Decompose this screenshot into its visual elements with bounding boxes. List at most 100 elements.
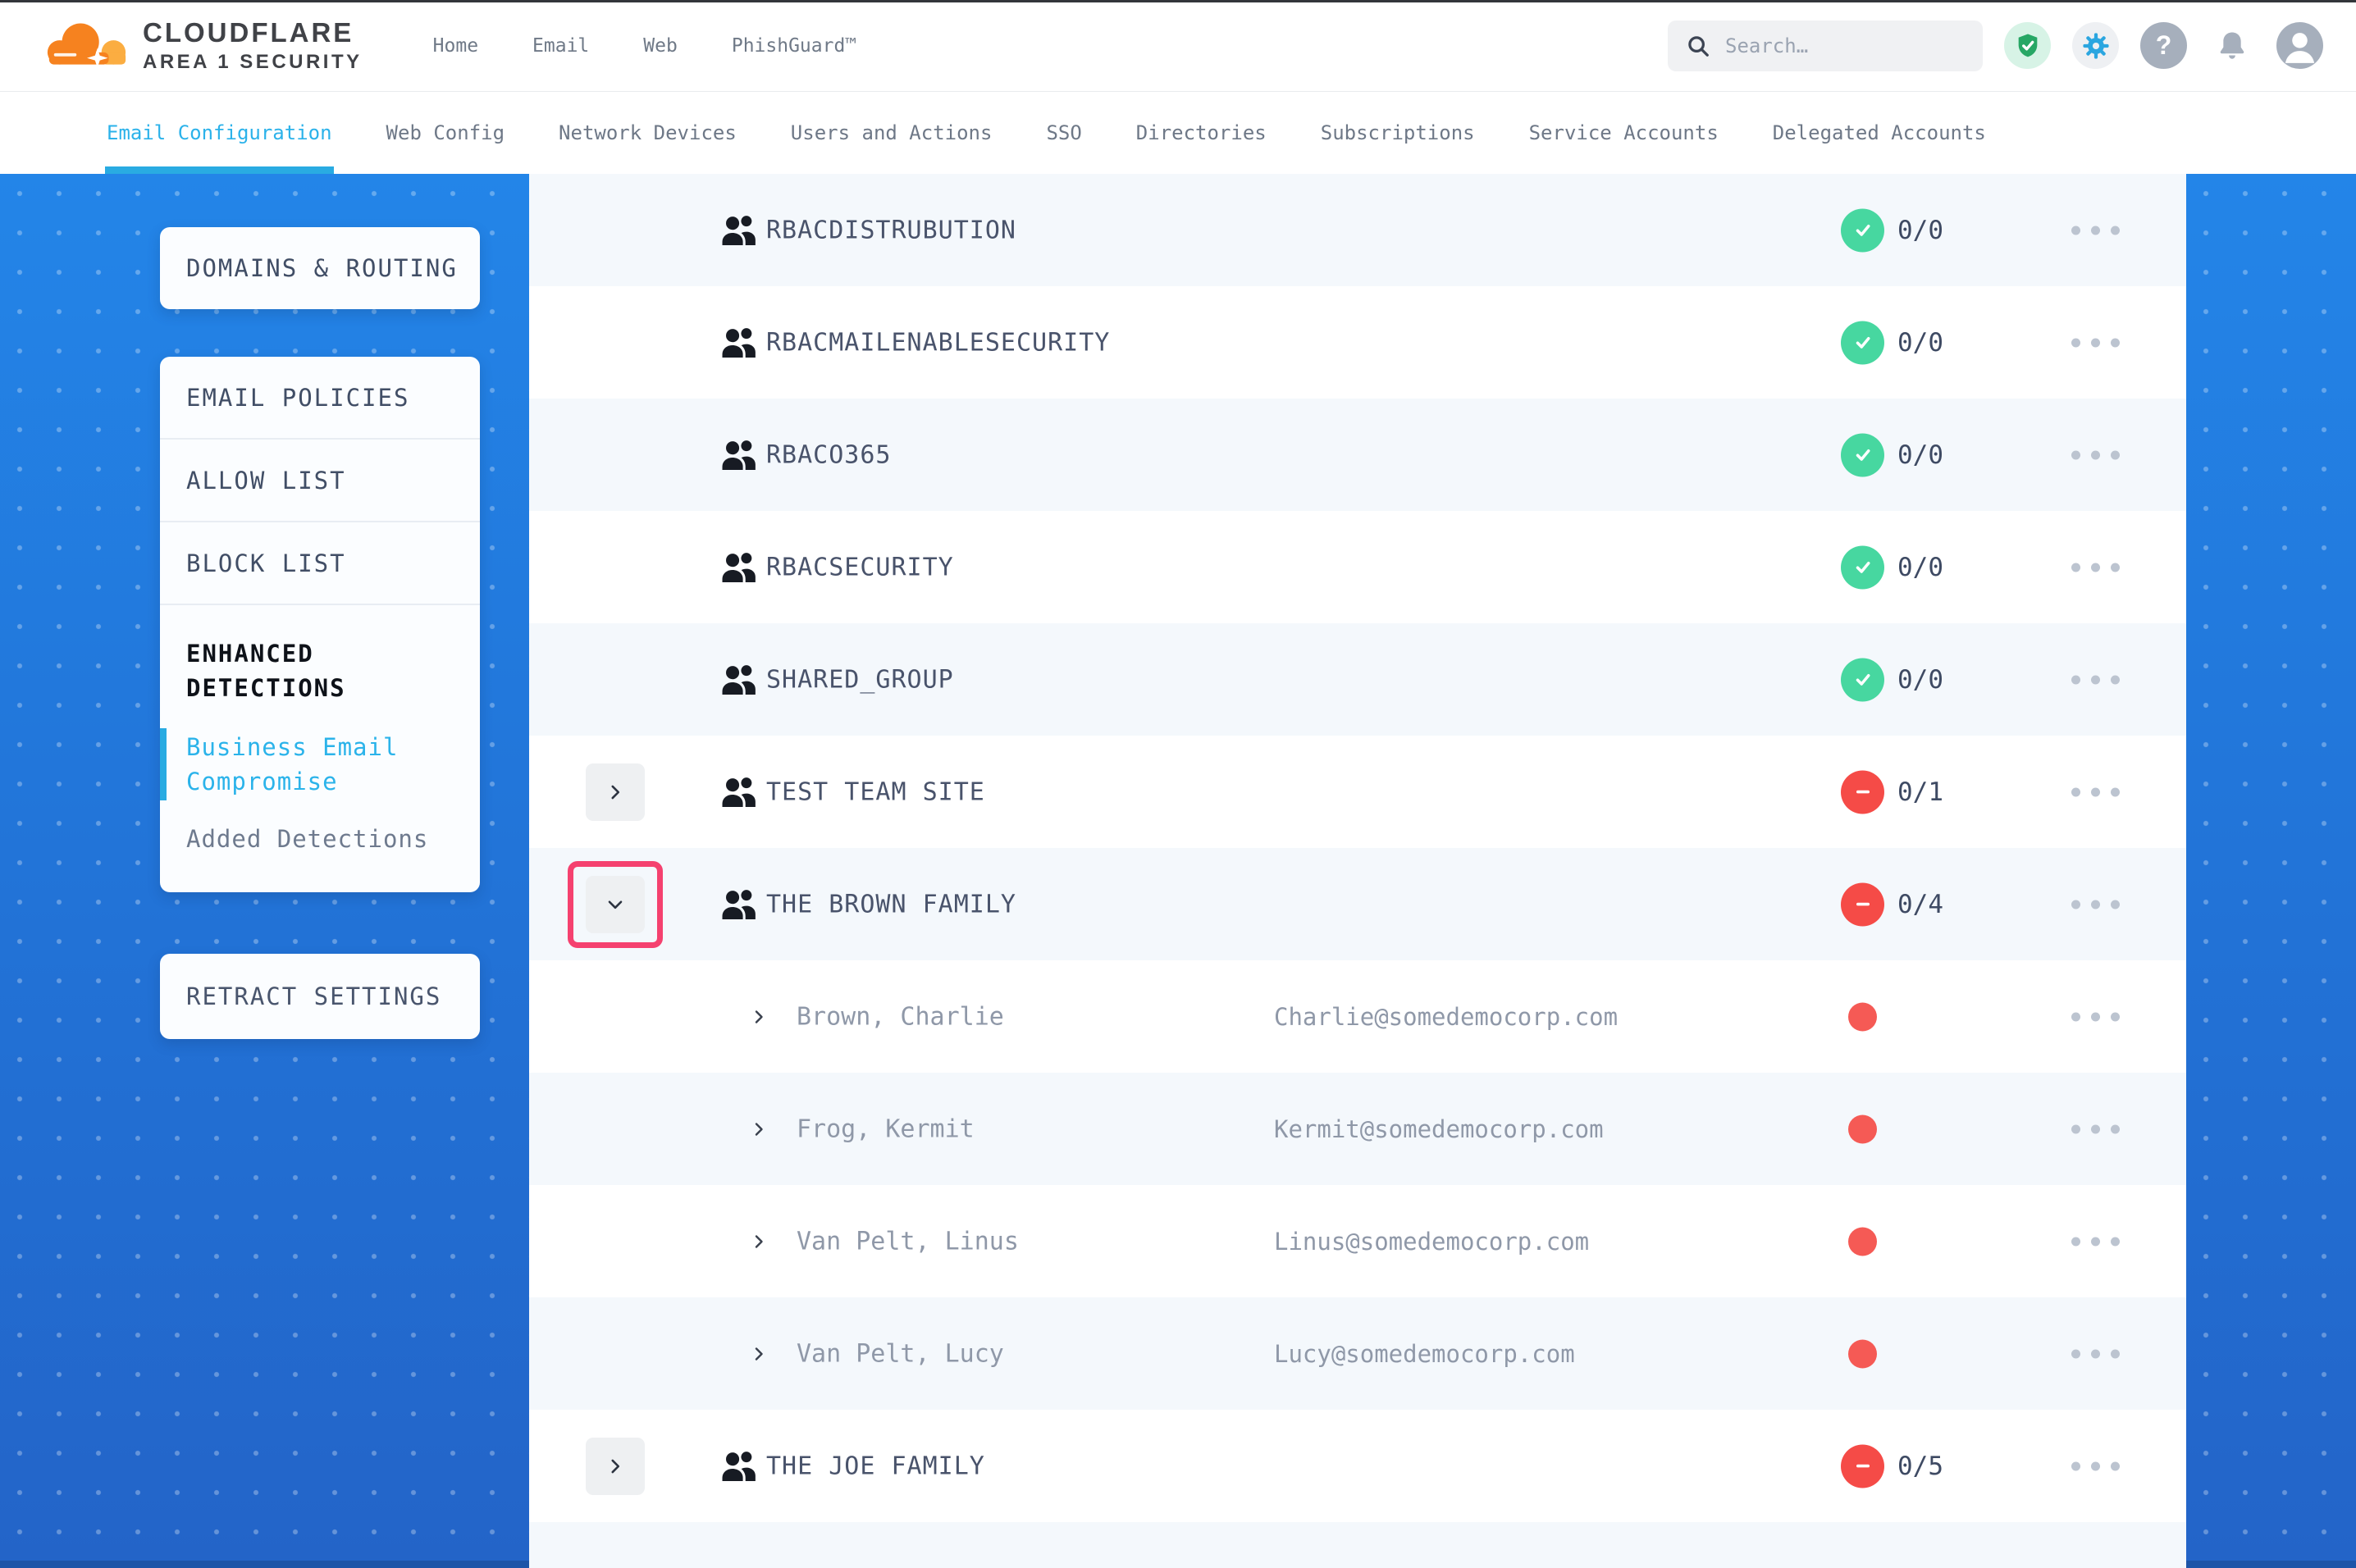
search-box[interactable] [1668,21,1983,71]
main-area: DOMAINS & ROUTING EMAIL POLICIES ALLOW L… [0,174,2356,1568]
table-row-group: RBACDISTRUBUTION 0/0 [529,174,2186,286]
status-badge-pass [1841,208,1884,252]
member-expand-chevron[interactable] [749,1119,769,1139]
row-actions-menu[interactable] [2068,553,2123,581]
header-actions: ? [1668,21,2323,71]
retract-settings-label: RETRACT SETTINGS [186,982,441,1010]
sidebar-item-block-list[interactable]: BLOCK LIST [160,522,480,605]
row-actions-menu[interactable] [2068,1114,2123,1143]
group-name: RBACMAILENABLESECURITY [766,328,1110,357]
tab-web-config[interactable]: Web Config [386,92,505,174]
expand-row-button[interactable] [586,1438,645,1495]
tab-users-and-actions[interactable]: Users and Actions [791,92,993,174]
row-actions-menu[interactable] [2068,216,2123,244]
sidebar-item-business-email-compromise[interactable]: Business Email Compromise [186,730,455,799]
table-row-member: Van Pelt, Linus Linus@somedemocorp.com [529,1185,2186,1297]
status-count: 0/0 [1897,665,1943,695]
member-expand-chevron[interactable] [749,1344,769,1364]
status-badge-pass [1841,545,1884,589]
annotation-highlight-box [568,861,663,948]
member-email: Linus@somedemocorp.com [1274,1228,1589,1256]
sidebar-item-email-policies[interactable]: EMAIL POLICIES [160,357,480,440]
tab-email-configuration[interactable]: Email Configuration [107,92,332,174]
member-status-dot [1848,1339,1877,1368]
account-avatar-button[interactable] [2276,22,2323,69]
bell-icon [2215,29,2249,63]
row-actions-menu[interactable] [2068,328,2123,357]
sidebar-item-enhanced-detections[interactable]: ENHANCED DETECTIONS [186,636,455,705]
sidebar-item-added-detections[interactable]: Added Detections [186,825,455,887]
top-nav-email[interactable]: Email [532,35,589,57]
config-tab-bar: Email Configuration Web Config Network D… [0,92,2356,174]
chevron-right-icon [749,1007,769,1027]
row-actions-menu[interactable] [2068,1227,2123,1256]
row-actions-menu[interactable] [2068,1339,2123,1368]
row-actions-menu[interactable] [2068,440,2123,469]
sidebar-card-retract-settings[interactable]: RETRACT SETTINGS [160,954,480,1039]
status-count: 0/0 [1897,328,1943,358]
search-input[interactable] [1725,34,1976,57]
status-badge-pass [1841,658,1884,701]
member-expand-chevron[interactable] [749,1007,769,1027]
top-nav-home[interactable]: Home [433,35,478,57]
chevron-right-icon [749,1119,769,1139]
group-icon [719,774,758,810]
group-name: RBACDISTRUBUTION [766,216,1016,244]
help-button[interactable]: ? [2140,22,2187,69]
table-row-partial [529,1522,2186,1568]
table-row-group-expanded: THE BROWN FAMILY 0/4 [529,848,2186,960]
member-email: Lucy@somedemocorp.com [1274,1340,1575,1368]
group-icon [719,437,758,473]
security-shield-button[interactable] [2004,22,2051,69]
group-icon [719,325,758,361]
row-actions-menu[interactable] [2068,777,2123,806]
email-policies-label: EMAIL POLICIES [186,384,409,412]
group-name: RBACSECURITY [766,553,954,581]
table-row-group: RBACSECURITY 0/0 [529,511,2186,623]
user-avatar-icon [2276,22,2323,69]
member-status-dot [1848,1002,1877,1031]
member-email: Kermit@somedemocorp.com [1274,1115,1604,1143]
block-list-label: BLOCK LIST [186,549,346,577]
cloudflare-logo[interactable]: CLOUDFLARE AREA 1 SECURITY [43,19,363,73]
top-nav-phishguard[interactable]: PhishGuard™ [732,35,856,57]
member-name: Van Pelt, Linus [797,1227,1019,1256]
status-count: 0/4 [1897,890,1943,919]
sidebar-item-allow-list[interactable]: ALLOW LIST [160,440,480,522]
member-expand-chevron[interactable] [749,1232,769,1251]
row-actions-menu[interactable] [2068,1452,2123,1480]
added-detections-label: Added Detections [186,825,428,853]
settings-button[interactable] [2072,22,2119,69]
group-icon [719,549,758,586]
table-row-group: SHARED_GROUP 0/0 [529,623,2186,736]
gear-icon [2081,31,2111,61]
table-row-member: Frog, Kermit Kermit@somedemocorp.com [529,1073,2186,1185]
row-actions-menu[interactable] [2068,890,2123,918]
status-badge-pass [1841,433,1884,476]
table-row-group: THE JOE FAMILY 0/5 [529,1410,2186,1522]
notifications-button[interactable] [2208,22,2255,69]
chevron-right-icon [605,1456,626,1477]
row-actions-menu[interactable] [2068,1002,2123,1031]
tab-directories[interactable]: Directories [1136,92,1267,174]
chevron-right-icon [749,1344,769,1364]
top-nav-web[interactable]: Web [643,35,678,57]
group-icon [719,887,758,923]
sidebar-card-domains-routing[interactable]: DOMAINS & ROUTING [160,227,480,309]
tab-service-accounts[interactable]: Service Accounts [1529,92,1719,174]
tab-subscriptions[interactable]: Subscriptions [1321,92,1475,174]
allow-list-label: ALLOW LIST [186,467,346,495]
brand-title: CLOUDFLARE [143,19,363,48]
group-name: TEST TEAM SITE [766,777,985,806]
row-actions-menu[interactable] [2068,665,2123,694]
group-icon [719,1448,758,1484]
search-icon [1686,34,1710,58]
tab-network-devices[interactable]: Network Devices [559,92,737,174]
tab-sso[interactable]: SSO [1046,92,1081,174]
status-count: 0/5 [1897,1452,1943,1481]
chevron-right-icon [605,782,626,803]
enhanced-detections-section: ENHANCED DETECTIONS Business Email Compr… [160,605,480,887]
tab-delegated-accounts[interactable]: Delegated Accounts [1773,92,1986,174]
member-status-dot [1848,1114,1877,1143]
expand-row-button[interactable] [586,763,645,821]
